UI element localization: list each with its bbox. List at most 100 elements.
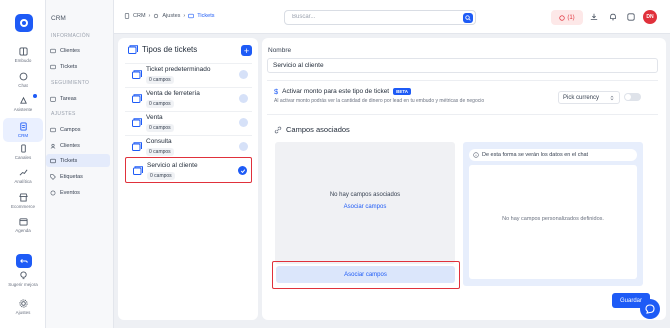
rail-item-crm[interactable]: CRM — [3, 118, 43, 142]
collapse-sidebar-button[interactable] — [16, 254, 32, 268]
user-avatar[interactable]: DN — [643, 10, 657, 24]
ticket-type-item[interactable]: Venta 0 campos — [125, 111, 252, 133]
currency-select[interactable]: Pick currency — [558, 91, 620, 104]
calendar-icon — [50, 96, 56, 102]
associated-fields-empty-state: No hay campos asociados Asociar campos — [275, 142, 455, 264]
search-input[interactable] — [292, 14, 452, 20]
add-ticket-type-button[interactable]: + — [241, 45, 252, 56]
name-label: Nombre — [268, 47, 292, 54]
rail-item-asistente[interactable]: Asistente — [3, 95, 43, 113]
subnav-item-eventos[interactable]: Eventos — [46, 186, 110, 199]
chat-icon — [18, 71, 29, 82]
link-icon — [274, 126, 282, 133]
rail-label: Asistente — [13, 107, 33, 112]
chevron-right-icon: › — [148, 13, 151, 19]
rail-item-embudo[interactable]: Embudo — [3, 46, 43, 64]
subnav-item-etiquetas[interactable]: Etiquetas — [46, 170, 110, 183]
name-input[interactable] — [273, 62, 643, 69]
download-icon[interactable] — [589, 12, 599, 22]
preview-empty-message: No hay campos personalizados definidos. — [502, 216, 604, 222]
empty-message: No hay campos asociados — [329, 192, 401, 198]
assistant-icon — [18, 95, 29, 106]
app-logo[interactable] — [15, 14, 33, 32]
crumb-tickets: Tickets — [197, 13, 215, 19]
rail-item-agenda[interactable]: Agenda — [3, 216, 43, 234]
subnav-item-clientes[interactable]: Clientes — [46, 44, 110, 57]
fields-icon — [50, 127, 56, 132]
rail-label: Agenda — [15, 228, 31, 233]
rail-item-ajustes[interactable]: Ajustes — [3, 298, 43, 316]
ticket-stack-icon — [133, 166, 143, 175]
ticket-stack-icon — [132, 94, 142, 103]
ticket-type-name: Consulta — [146, 138, 172, 145]
rail-item-ecommerce[interactable]: Ecommerce — [3, 192, 43, 210]
subnav-item-tickets[interactable]: Tickets — [46, 60, 110, 73]
crm-icon — [124, 13, 130, 19]
subnav-item-tareas[interactable]: Tareas — [46, 92, 110, 105]
ticket-type-radio[interactable] — [239, 118, 248, 127]
ticket-stack-icon — [128, 45, 138, 54]
tag-icon — [50, 173, 56, 180]
check-icon — [240, 168, 245, 173]
ticket-type-name: Servicio al cliente — [147, 162, 198, 169]
ticket-type-radio[interactable] — [239, 142, 248, 151]
chat-widget-button[interactable] — [640, 299, 660, 319]
subnav-item-label: Campos — [60, 126, 81, 133]
ticket-type-name: Ticket predeterminado — [146, 66, 211, 73]
ticket-type-count: 0 campos — [146, 76, 174, 84]
currency-select-value: Pick currency — [563, 94, 600, 101]
gear-icon — [18, 298, 29, 309]
chat-preview-panel: De esta forma se verán los datos en el c… — [463, 142, 643, 286]
contact-card-icon — [50, 48, 56, 53]
rail-item-sugerir[interactable]: Sugerir mejora — [3, 270, 43, 288]
rail-label: Ecommerce — [10, 204, 35, 209]
rail-label: Ajustes — [15, 310, 31, 315]
store-icon — [18, 192, 29, 203]
associate-fields-link[interactable]: Asociar campos — [275, 204, 455, 210]
bell-icon[interactable] — [608, 12, 618, 22]
campos-asociados-header: Campos asociados — [274, 125, 350, 134]
subnav-item-label: Eventos — [60, 189, 80, 196]
subnav-item-clientes-ajustes[interactable]: Clientes — [46, 139, 110, 152]
rail-item-canales[interactable]: Canales — [3, 143, 43, 161]
monto-toggle[interactable] — [624, 93, 641, 101]
section-ajustes: AJUSTES — [51, 111, 76, 117]
ticket-type-radio[interactable] — [239, 94, 248, 103]
ticket-type-item[interactable]: Venta de ferretería 0 campos — [125, 87, 252, 109]
search-box — [284, 10, 476, 25]
ticket-type-radio[interactable] — [239, 70, 248, 79]
chat-bubble-icon — [559, 14, 565, 21]
rail-label: Analítica — [14, 179, 32, 184]
rail-item-analitica[interactable]: Analítica — [3, 167, 43, 185]
subnav-item-campos[interactable]: Campos — [46, 123, 110, 136]
ticket-types-title: Tipos de tickets — [142, 45, 198, 54]
divider — [267, 80, 658, 81]
notif-count: (1) — [567, 14, 575, 21]
ticket-stack-icon — [132, 70, 142, 79]
subnav-item-tickets-ajustes[interactable]: Tickets — [46, 154, 110, 167]
ticket-type-radio-checked[interactable] — [238, 166, 247, 175]
help-icon[interactable] — [626, 12, 636, 22]
notifications-badge-button[interactable]: (1) — [551, 10, 583, 25]
beta-badge: BETA — [393, 88, 412, 95]
monto-title: Activar monto para este tipo de ticket — [282, 88, 390, 95]
rail-item-chat[interactable]: Chat — [3, 71, 43, 89]
ticket-type-name: Venta — [146, 114, 163, 121]
ticket-type-item[interactable]: Ticket predeterminado 0 campos — [125, 63, 252, 85]
ticket-types-panel: Tipos de tickets + Ticket predeterminado… — [118, 38, 258, 320]
crumb-ajustes[interactable]: Ajustes — [162, 13, 180, 19]
gear-icon — [154, 13, 159, 19]
top-bar: CRM › Ajustes › Tickets (1) DN — [114, 0, 670, 34]
chevron-updown-icon — [610, 95, 614, 100]
search-button[interactable] — [463, 13, 473, 23]
subnav-item-label: Etiquetas — [60, 173, 83, 180]
ticket-type-item-selected[interactable]: Servicio al cliente 0 campos — [125, 157, 252, 183]
breadcrumb: CRM › Ajustes › Tickets — [124, 13, 214, 19]
preview-header: De esta forma se verán los datos en el c… — [469, 149, 637, 161]
crumb-crm[interactable]: CRM — [133, 13, 146, 19]
analytics-icon — [18, 167, 29, 178]
section-seguimiento: SEGUIMIENTO — [51, 80, 90, 86]
rail-label: Sugerir mejora — [8, 282, 38, 287]
associate-fields-button[interactable]: Asociar campos — [276, 266, 455, 283]
ticket-type-item[interactable]: Consulta 0 campos — [125, 135, 252, 157]
